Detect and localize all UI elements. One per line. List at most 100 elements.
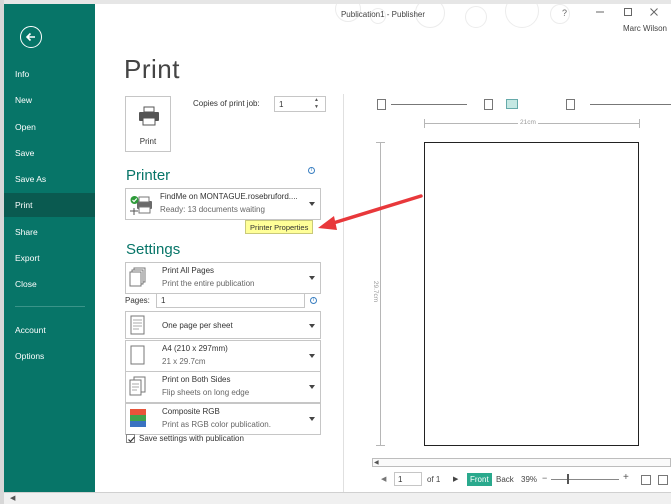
sidebar-item-options[interactable]: Options	[4, 344, 95, 368]
sidebar-item-account[interactable]: Account	[4, 318, 95, 342]
chevron-down-icon	[309, 276, 315, 280]
paper-size-title: A4 (210 x 297mm)	[162, 344, 228, 353]
duplex-icon	[129, 376, 146, 396]
pages-icon	[129, 267, 146, 287]
save-settings-checkbox[interactable]	[126, 434, 135, 443]
page-count-label: of 1	[427, 475, 441, 484]
chevron-down-icon	[309, 324, 315, 328]
paper-size-dropdown[interactable]: A4 (210 x 297mm) 21 x 29.7cm	[125, 340, 321, 372]
back-arrow-icon	[25, 32, 35, 42]
window-bottom-scrollbar[interactable]: ◀	[4, 492, 671, 504]
zoom-out-icon[interactable]: −	[542, 473, 547, 483]
sidebar-item-share[interactable]: Share	[4, 220, 95, 244]
color-mode-dropdown[interactable]: Composite RGB Print as RGB color publica…	[125, 403, 321, 435]
sidebar-item-close[interactable]: Close	[4, 272, 95, 296]
chevron-down-icon	[309, 202, 315, 206]
printer-heading: Printer	[126, 167, 171, 184]
printer-info-icon[interactable]: i	[308, 167, 315, 174]
save-settings-label: Save settings with publication	[139, 434, 244, 443]
print-range-dropdown[interactable]: Print All Pages Print the entire publica…	[125, 262, 321, 294]
user-name[interactable]: Marc Wilson	[623, 24, 667, 33]
sidebar-item-save[interactable]: Save	[4, 141, 95, 165]
page-number-input[interactable]	[394, 472, 422, 486]
pages-label: Pages:	[125, 296, 150, 305]
sheet-icon	[130, 315, 145, 335]
duplex-dropdown[interactable]: Print on Both Sides Flip sheets on long …	[125, 371, 321, 403]
preview-page	[424, 142, 639, 446]
zoom-slider-track[interactable]	[551, 479, 619, 480]
copies-label: Copies of print job:	[193, 99, 260, 108]
restore-button[interactable]	[623, 7, 633, 19]
multi-page-icon[interactable]	[658, 475, 668, 485]
paper-size-icon	[130, 345, 145, 365]
back-button[interactable]	[20, 26, 42, 48]
sidebar-item-print[interactable]: Print	[4, 193, 95, 217]
checkmark-icon	[128, 436, 135, 443]
color-icon	[130, 409, 146, 427]
zoom-in-icon[interactable]: +	[623, 472, 629, 483]
network-printer-icon	[130, 196, 152, 215]
height-dimension-line	[380, 142, 381, 446]
front-side-button[interactable]: Front	[467, 473, 492, 486]
printer-icon	[139, 106, 159, 126]
printer-properties-link[interactable]: Printer Properties	[245, 220, 314, 234]
single-page-icon[interactable]	[377, 99, 386, 110]
pages-input[interactable]	[156, 293, 305, 308]
backstage-sidebar: Info New Open Save Save As Print Share E…	[4, 4, 95, 492]
pages-per-sheet-dropdown[interactable]: One page per sheet	[125, 311, 321, 339]
minimize-icon	[596, 11, 604, 13]
printer-dropdown[interactable]: FindMe on MONTAGUE.rosebruford.... Ready…	[125, 188, 321, 220]
preview-horizontal-scrollbar[interactable]: ◀	[372, 458, 671, 467]
dimension-tick	[424, 119, 425, 128]
restore-icon	[624, 8, 632, 16]
height-dimension-label: 29.7cm	[372, 278, 380, 305]
scroll-left-icon[interactable]: ◀	[10, 494, 15, 502]
sidebar-item-export[interactable]: Export	[4, 246, 95, 270]
settings-heading: Settings	[126, 241, 181, 258]
help-button[interactable]: ?	[562, 8, 567, 18]
ruler-line	[590, 104, 671, 105]
chevron-down-icon	[309, 354, 315, 358]
dimension-tick	[376, 445, 385, 446]
ruler-line	[391, 104, 467, 105]
pages-info-icon[interactable]: i	[310, 297, 317, 304]
page-title: Print	[124, 54, 180, 84]
close-icon	[650, 8, 658, 16]
back-side-button[interactable]: Back	[496, 475, 514, 484]
document-icon[interactable]	[566, 99, 575, 110]
previous-page-icon[interactable]: ◀	[381, 475, 386, 483]
color-mode-subtitle: Print as RGB color publication.	[162, 420, 271, 429]
color-mode-title: Composite RGB	[162, 407, 220, 416]
fit-page-icon[interactable]	[641, 475, 651, 485]
print-button-label: Print	[139, 137, 157, 146]
zoom-level: 39%	[521, 475, 538, 484]
sidebar-item-open[interactable]: Open	[4, 115, 95, 139]
sidebar-item-info[interactable]: Info	[4, 62, 95, 86]
print-range-subtitle: Print the entire publication	[162, 279, 255, 288]
duplex-title: Print on Both Sides	[162, 375, 231, 384]
next-page-icon[interactable]: ▶	[453, 475, 458, 483]
page-icon[interactable]	[484, 99, 493, 110]
print-button[interactable]: Print	[125, 96, 171, 152]
width-dimension-label: 21cm	[518, 119, 538, 126]
sidebar-item-save-as[interactable]: Save As	[4, 167, 95, 191]
chevron-down-icon	[309, 385, 315, 389]
close-window-button[interactable]	[649, 7, 659, 19]
title-bar: Publication1 - Publisher ?	[95, 4, 671, 28]
printer-status: Ready: 13 documents waiting	[160, 205, 265, 214]
sidebar-item-new[interactable]: New	[4, 88, 95, 112]
zoom-slider-thumb[interactable]	[567, 474, 569, 484]
sidebar-divider	[15, 306, 85, 307]
ruler-toggle-icon[interactable]	[506, 99, 518, 109]
window-title: Publication1 - Publisher	[340, 10, 426, 19]
printer-name: FindMe on MONTAGUE.rosebruford....	[160, 192, 298, 201]
paper-size-subtitle: 21 x 29.7cm	[162, 357, 206, 366]
dimension-tick	[376, 142, 385, 143]
minimize-button[interactable]	[595, 6, 605, 18]
pages-per-sheet-title: One page per sheet	[162, 321, 233, 330]
scroll-left-icon[interactable]: ◀	[374, 459, 379, 466]
duplex-subtitle: Flip sheets on long edge	[162, 388, 250, 397]
dimension-tick	[639, 119, 640, 128]
copies-spinner[interactable]: ▲ ▼	[314, 97, 319, 111]
chevron-down-icon	[309, 417, 315, 421]
